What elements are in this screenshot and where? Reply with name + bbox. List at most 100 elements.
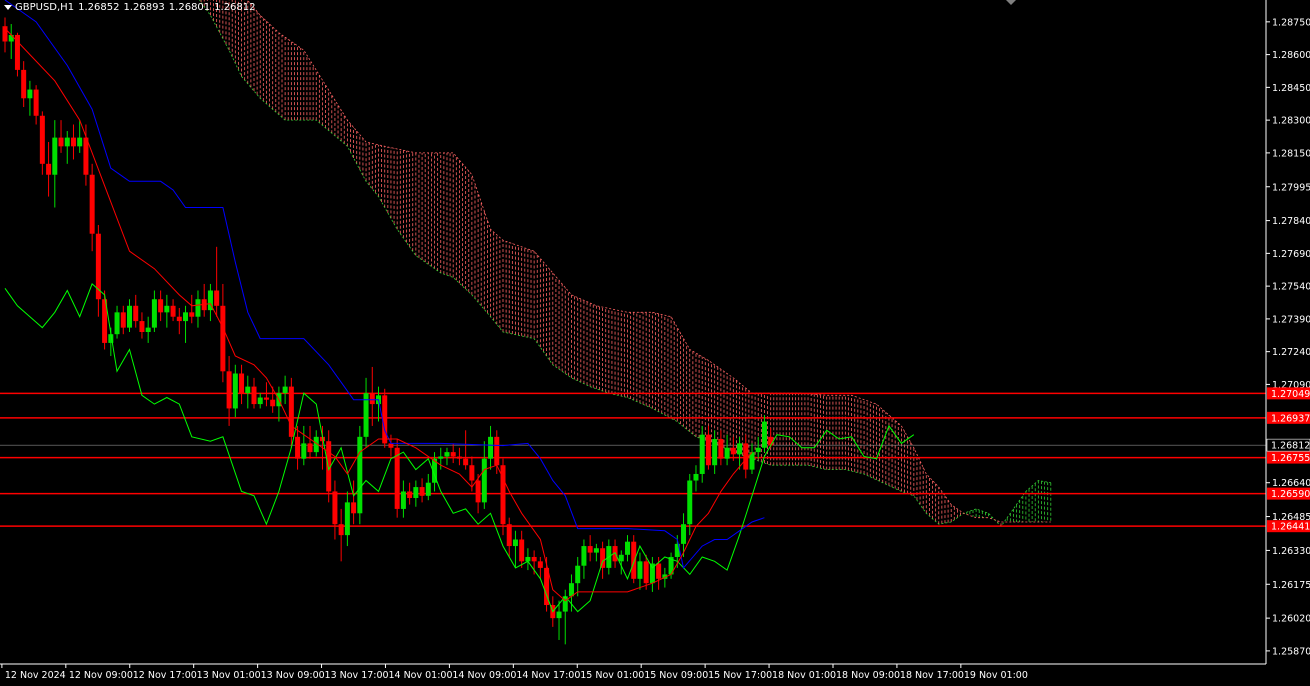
bear-candle: [351, 502, 357, 514]
bear-candle: [394, 447, 400, 509]
price-tags: 1.27049 1.26937 1.26755 1.26590 1.26441 1.268…: [1266, 387, 1310, 533]
bear-candle: [407, 491, 413, 498]
bear-candle: [600, 548, 606, 568]
dropdown-triangle-icon[interactable]: [4, 4, 12, 10]
bull-candle: [77, 137, 83, 147]
bear-candle: [139, 321, 145, 332]
bull-candle: [581, 546, 587, 566]
bear-candle: [332, 491, 338, 525]
candles: [2, 17, 774, 645]
level-price-label: 1.26590: [1271, 489, 1310, 500]
x-tick-label: 14 Nov 09:00: [452, 670, 516, 681]
bull-candle: [357, 436, 363, 514]
bear-candle: [70, 137, 76, 147]
y-tick-label: 1.26640: [1272, 478, 1310, 489]
bull-candle: [637, 561, 643, 579]
bull-candle: [151, 299, 157, 328]
y-tick-label: 1.26330: [1272, 546, 1310, 557]
bear-candle: [537, 561, 543, 568]
bull-candle: [413, 487, 419, 498]
x-tick-label: 13 Nov 09:00: [261, 670, 325, 681]
low-price: 1.26801: [168, 2, 211, 13]
bull-candle: [568, 583, 574, 597]
bear-candle: [743, 443, 749, 470]
bear-candle: [288, 386, 294, 437]
bull-candle: [618, 554, 624, 562]
y-tick-label: 1.28750: [1272, 17, 1310, 28]
bear-candle: [39, 115, 45, 164]
bear-candle: [214, 290, 220, 306]
bear-candle: [295, 436, 301, 459]
bear-candle: [388, 443, 394, 448]
kijun-sen-line: [4, 0, 765, 569]
bull-candle: [681, 524, 687, 544]
bear-candle: [718, 439, 724, 459]
bull-candle: [737, 443, 743, 455]
x-tick-label: 19 Nov 01:00: [964, 670, 1028, 681]
price-chart[interactable]: 1.28750 1.28600 1.28450 1.28300 1.28150 1.279…: [0, 0, 1310, 686]
bull-candle: [114, 312, 120, 335]
bull-candle: [282, 386, 288, 394]
open-price: 1.26852: [78, 2, 120, 13]
bear-candle: [419, 487, 425, 496]
current-price-label: 1.26812: [1271, 441, 1310, 452]
bear-candle: [21, 69, 27, 99]
bear-candle: [506, 524, 512, 547]
bear-candle: [494, 436, 500, 466]
bear-candle: [475, 480, 481, 503]
bear-candle: [450, 452, 456, 457]
x-tick-label: 13 Nov 01:00: [197, 670, 261, 681]
bull-candle: [8, 34, 14, 42]
bull-candle: [512, 539, 518, 547]
y-tick-label: 1.27690: [1272, 249, 1310, 260]
bear-candle: [226, 371, 232, 409]
bull-candle: [183, 312, 189, 322]
bear-candle: [89, 174, 95, 234]
y-tick-label: 1.25870: [1272, 646, 1310, 657]
bear-candle: [531, 556, 537, 562]
x-tick-label: 18 Nov 17:00: [900, 670, 964, 681]
symbol-header: GBPUSD,H1 1.26852 1.26893 1.26801 1.26812: [4, 2, 260, 13]
bear-candle: [469, 465, 475, 481]
level-price-label: 1.26937: [1271, 413, 1310, 424]
x-tick-label: 12 Nov 2024: [5, 670, 66, 681]
bull-candle: [761, 421, 767, 448]
x-tick-label: 15 Nov 01:00: [580, 670, 644, 681]
bull-candle: [127, 305, 132, 328]
bull-candle: [145, 327, 151, 332]
bull-candle: [687, 480, 693, 525]
y-tick-label: 1.27540: [1272, 282, 1310, 293]
bear-candle: [656, 563, 662, 579]
y-tick-label: 1.28300: [1272, 116, 1310, 127]
bear-candle: [189, 312, 195, 317]
bear-candle: [587, 546, 593, 553]
y-tick-label: 1.27995: [1272, 182, 1310, 193]
chart-shift-marker-icon: [1006, 0, 1016, 5]
bull-candle: [301, 443, 307, 459]
bear-candle: [158, 299, 164, 313]
bull-candle: [195, 299, 201, 317]
bull-candle: [525, 556, 531, 562]
chart-area[interactable]: 1.28750 1.28600 1.28450 1.28300 1.28150 1.279…: [0, 0, 1310, 686]
bull-candle: [556, 611, 562, 619]
bear-candle: [133, 305, 139, 322]
level-price-label: 1.27049: [1271, 389, 1310, 400]
y-tick-label: 1.28600: [1272, 50, 1310, 61]
bear-candle: [631, 541, 637, 579]
level-price-label: 1.26441: [1271, 522, 1310, 533]
bull-candle: [164, 305, 170, 313]
y-tick-label: 1.28150: [1272, 148, 1310, 159]
bear-candle: [239, 373, 245, 394]
y-tick-label: 1.27240: [1272, 347, 1310, 358]
bull-candle: [232, 373, 238, 409]
bull-candle: [625, 541, 630, 555]
bear-candle: [369, 393, 375, 405]
bear-candle: [120, 312, 126, 328]
bear-candle: [176, 316, 182, 322]
level-price-label: 1.26755: [1271, 453, 1310, 464]
bear-candle: [519, 539, 525, 562]
x-tick-label: 18 Nov 01:00: [772, 670, 836, 681]
x-tick-label: 12 Nov 17:00: [133, 670, 197, 681]
bull-candle: [488, 436, 494, 459]
bull-candle: [425, 482, 431, 496]
